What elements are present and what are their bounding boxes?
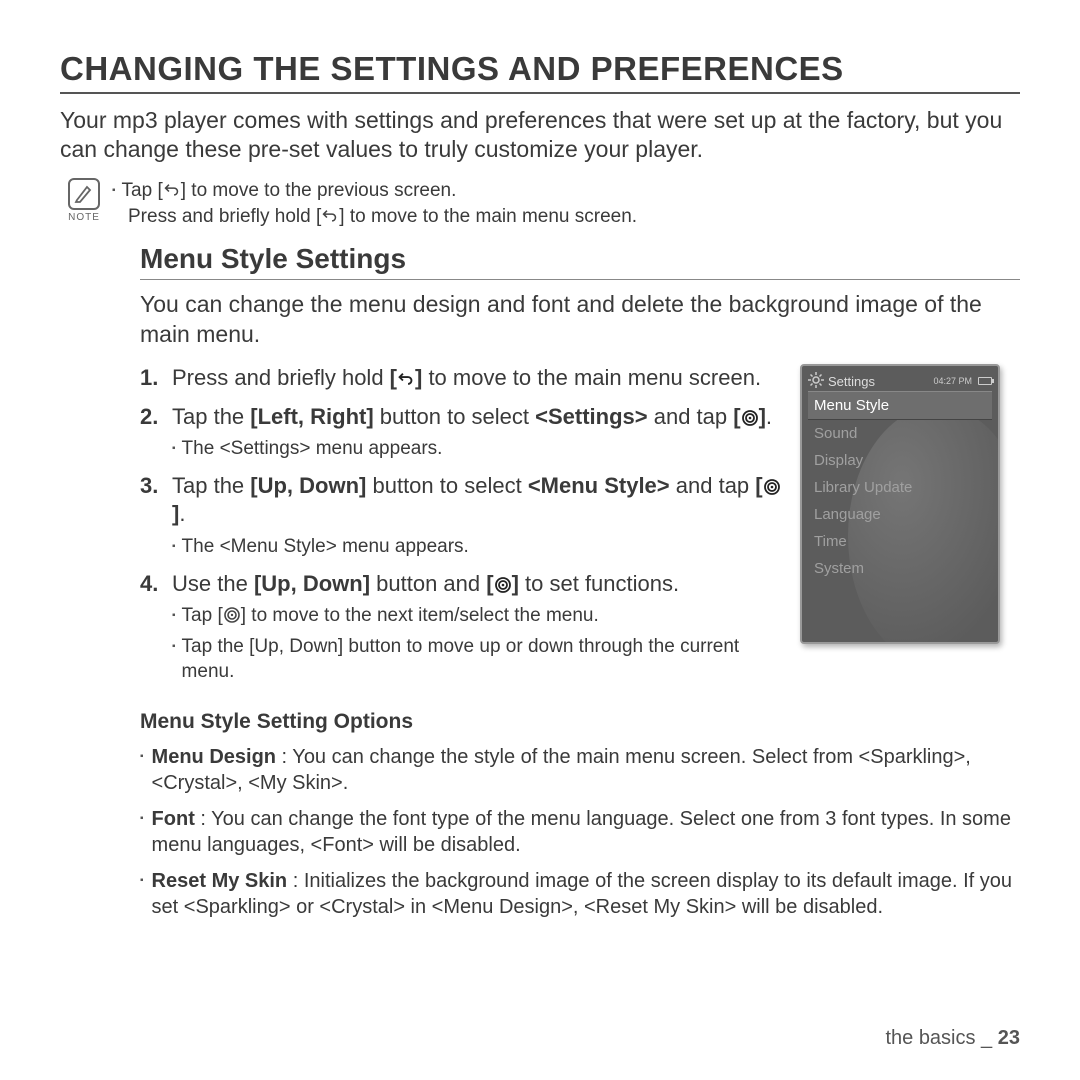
option-reset-my-skin: ▪Reset My Skin : Initializes the backgro…: [140, 868, 1020, 920]
device-screenshot: Settings 04:27 PM Menu StyleSoundDisplay…: [800, 364, 1000, 644]
page-footer: the basics _ 23: [885, 1027, 1020, 1050]
page-title: CHANGING THE SETTINGS AND PREFERENCES: [60, 50, 1020, 94]
section-heading: Menu Style Settings: [140, 243, 1020, 280]
device-menu-item: Display: [808, 447, 992, 474]
battery-icon: [978, 377, 992, 385]
back-icon: [397, 365, 415, 379]
section-intro: You can change the menu design and font …: [140, 290, 1020, 350]
back-icon: [321, 205, 339, 219]
target-icon: [741, 406, 759, 424]
note-label: NOTE: [68, 212, 100, 223]
gear-icon: [808, 372, 824, 391]
option-menu-design: ▪Menu Design : You can change the style …: [140, 744, 1020, 796]
intro-paragraph: Your mp3 player comes with settings and …: [60, 106, 1020, 164]
device-menu-item: Library Update: [808, 474, 992, 501]
note-icon: [68, 178, 100, 210]
device-menu-item: Sound: [808, 420, 992, 447]
target-icon: [223, 606, 241, 624]
device-header-title: Settings: [828, 374, 875, 389]
device-menu-item: Time: [808, 528, 992, 555]
target-icon: [494, 573, 512, 591]
step-4: 4. Use the [Up, Down] button and [] to s…: [140, 570, 784, 685]
step-1: 1. Press and briefly hold [] to move to …: [140, 364, 784, 393]
note-block: NOTE ▪ Tap [] to move to the previous sc…: [60, 178, 1020, 230]
target-icon: [763, 475, 781, 493]
step-3: 3. Tap the [Up, Down] button to select <…: [140, 472, 784, 560]
options-heading: Menu Style Setting Options: [140, 710, 1020, 734]
step-2: 2. Tap the [Left, Right] button to selec…: [140, 403, 784, 462]
device-menu-item: Language: [808, 501, 992, 528]
option-font: ▪Font : You can change the font type of …: [140, 806, 1020, 858]
back-icon: [163, 179, 181, 193]
device-menu-item: Menu Style: [808, 391, 992, 420]
device-time: 04:27 PM: [933, 376, 972, 386]
device-menu-item: System: [808, 555, 992, 582]
